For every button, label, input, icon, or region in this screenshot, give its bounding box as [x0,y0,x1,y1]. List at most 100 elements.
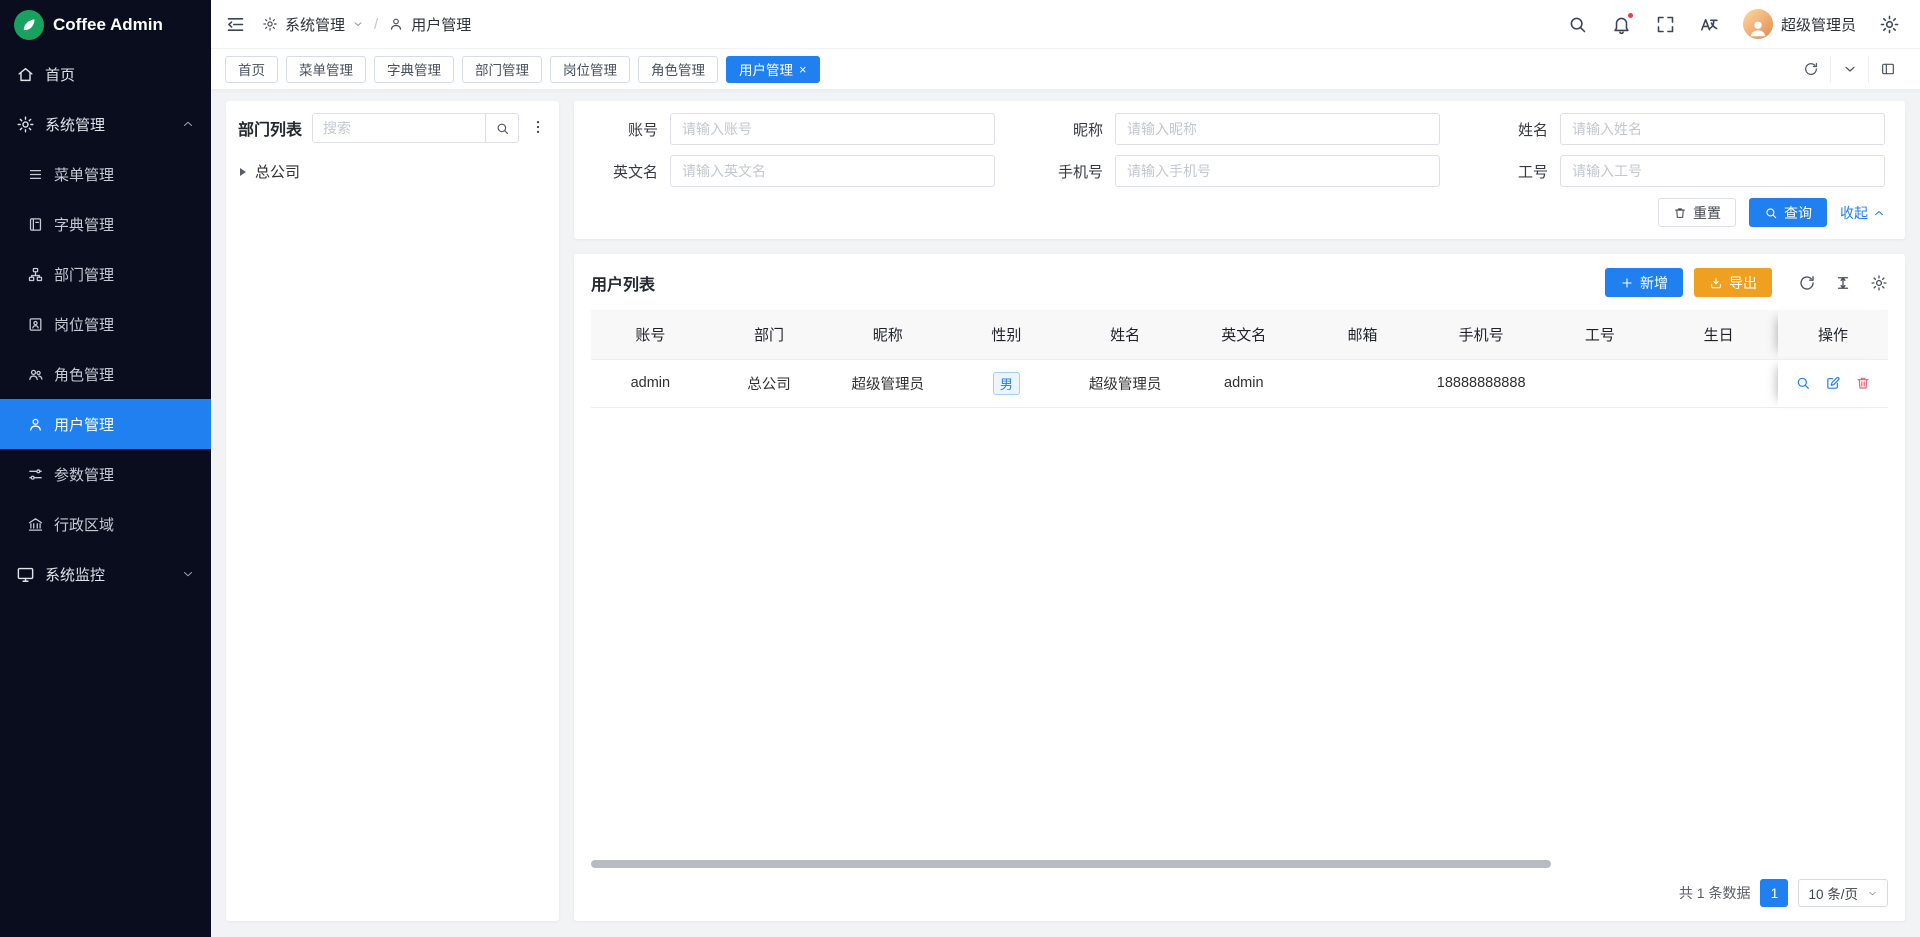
search-icon [1764,206,1778,220]
more-options-icon[interactable] [529,118,547,138]
tab-label: 用户管理 [739,59,793,79]
column-settings-gear-icon[interactable] [1870,274,1888,292]
fullscreen-icon[interactable] [1655,14,1676,35]
table-empty-area [591,408,1888,861]
translate-icon[interactable] [1699,14,1720,35]
sidebar-item-post-mgmt[interactable]: 岗位管理 [0,299,211,349]
monitor-icon [16,565,35,584]
layout-panel-icon[interactable] [1868,56,1906,83]
row-actions [1778,375,1888,391]
cell-birthday [1659,359,1778,407]
tab-label: 字典管理 [387,59,441,79]
sidebar-item-param-mgmt[interactable]: 参数管理 [0,449,211,499]
sidebar-item-home[interactable]: 首页 [0,49,211,99]
users-icon [27,366,44,383]
tree-node-head-office[interactable]: 总公司 [238,159,547,184]
settings-gear-icon[interactable] [1879,14,1900,35]
tree-panel-title: 部门列表 [238,116,302,140]
edit-row-icon[interactable] [1825,375,1841,391]
field-label: 手机号 [1039,161,1103,182]
gear-icon [262,16,278,32]
cell-phone: 18888888888 [1422,359,1541,407]
work-no-field: 工号 [1484,155,1885,187]
phone-input[interactable] [1115,155,1440,187]
tree-search-input[interactable] [313,114,485,142]
english-name-input[interactable] [670,155,995,187]
app-logo[interactable]: Coffee Admin [0,0,211,49]
tab-role-mgmt[interactable]: 角色管理 [638,56,718,83]
sidebar-item-dict-mgmt[interactable]: 字典管理 [0,199,211,249]
sidebar-item-label: 行政区域 [54,514,114,535]
view-row-icon[interactable] [1795,375,1811,391]
col-email: 邮箱 [1303,310,1422,359]
page-size-select[interactable]: 10 条/页 [1798,879,1888,907]
tab-menu-mgmt[interactable]: 菜单管理 [286,56,366,83]
col-english-name: 英文名 [1184,310,1303,359]
chevron-up-icon [1873,207,1885,219]
tree-search-button[interactable] [485,114,518,142]
caret-right-icon[interactable] [240,168,246,176]
add-user-button[interactable]: 新增 [1605,268,1683,297]
notification-bell-icon[interactable] [1611,14,1632,35]
tab-dict-mgmt[interactable]: 字典管理 [374,56,454,83]
sidebar-item-label: 系统监控 [45,564,105,585]
user-list-title: 用户列表 [591,271,655,295]
download-icon [1709,276,1723,290]
cell-gender: 男 [947,359,1066,407]
collapse-sidebar-icon[interactable] [225,14,246,35]
tab-home[interactable]: 首页 [225,56,278,83]
search-button[interactable]: 查询 [1749,198,1827,227]
refresh-table-icon[interactable] [1798,274,1816,292]
row-density-icon[interactable] [1834,274,1852,292]
page-1-button[interactable]: 1 [1760,879,1788,907]
tree-panel-header: 部门列表 [238,113,547,143]
field-label: 工号 [1484,161,1548,182]
user-menu[interactable]: 超级管理员 [1743,9,1856,39]
collapse-link-label: 收起 [1840,203,1868,223]
sidebar-item-label: 岗位管理 [54,314,114,335]
tab-label: 角色管理 [651,59,705,79]
sidebar-item-menu-mgmt[interactable]: 菜单管理 [0,149,211,199]
cell-english-name: admin [1184,359,1303,407]
sidebar-item-dept-mgmt[interactable]: 部门管理 [0,249,211,299]
right-column: 账号 昵称 姓名 英文名 [574,101,1905,921]
col-actions: 操作 [1778,310,1888,359]
account-input[interactable] [670,113,995,145]
page-content: 部门列表 总公司 账号 [211,89,1920,937]
filter-form: 账号 昵称 姓名 英文名 [594,113,1885,187]
reset-button[interactable]: 重置 [1658,198,1736,227]
work-no-input[interactable] [1560,155,1885,187]
sidebar-item-label: 字典管理 [54,214,114,235]
cell-nickname: 超级管理员 [828,359,947,407]
trash-icon [1673,206,1687,220]
name-input[interactable] [1560,113,1885,145]
search-icon[interactable] [1567,14,1588,35]
delete-row-icon[interactable] [1855,375,1871,391]
sidebar-item-role-mgmt[interactable]: 角色管理 [0,349,211,399]
cell-work-no [1541,359,1660,407]
collapse-filter-link[interactable]: 收起 [1840,203,1885,223]
header-actions: 超级管理员 [1567,9,1900,39]
sidebar-item-user-mgmt[interactable]: 用户管理 [0,399,211,449]
tab-post-mgmt[interactable]: 岗位管理 [550,56,630,83]
sidebar-item-system-monitor[interactable]: 系统监控 [0,549,211,599]
avatar [1743,9,1773,39]
scrollbar-thumb[interactable] [591,860,1551,868]
close-tab-icon[interactable]: × [799,63,807,76]
export-button[interactable]: 导出 [1694,268,1772,297]
tab-user-mgmt[interactable]: 用户管理 × [726,56,820,83]
nickname-input[interactable] [1115,113,1440,145]
tree-search-group [312,113,519,143]
tab-dept-mgmt[interactable]: 部门管理 [462,56,542,83]
sidebar-item-label: 菜单管理 [54,164,114,185]
sidebar-item-label: 首页 [45,64,75,85]
breadcrumb-item[interactable]: 系统管理 [285,14,345,35]
app-root: Coffee Admin 首页 系统管理 菜单管理 字典管理 部门 [0,0,1920,937]
top-header: 系统管理 / 用户管理 超级管理员 [211,0,1920,49]
tabs-dropdown-chevron-icon[interactable] [1830,56,1868,83]
refresh-tab-icon[interactable] [1792,56,1830,83]
sidebar-item-system-mgmt[interactable]: 系统管理 [0,99,211,149]
sidebar-item-admin-region[interactable]: 行政区域 [0,499,211,549]
page-size-value: 10 条/页 [1808,883,1858,903]
main-area: 系统管理 / 用户管理 超级管理员 [211,0,1920,937]
